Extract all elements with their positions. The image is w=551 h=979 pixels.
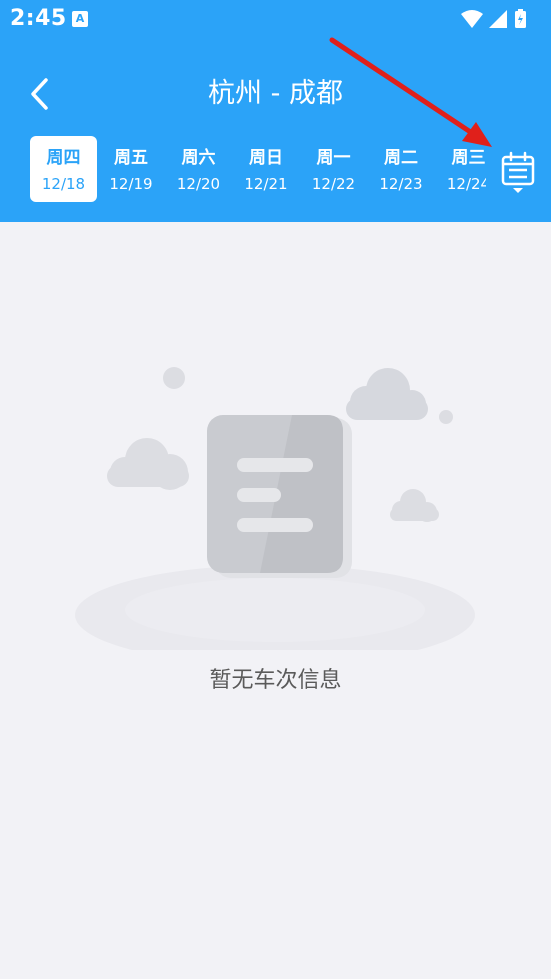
date-tab-date: 12/24 <box>446 175 486 193</box>
status-time: 2:45 <box>10 6 67 31</box>
date-tab[interactable]: 周一 12/22 <box>300 136 367 202</box>
date-tab-date: 12/20 <box>176 175 221 193</box>
signal-icon <box>489 10 507 28</box>
date-tab-strip: 周四 12/18 周五 12/19 周六 12/20 周日 12/21 周一 12/22 周二 12/… <box>30 136 486 204</box>
date-tab-weekday: 周日 <box>249 148 283 168</box>
cloud-icon <box>107 438 189 490</box>
date-tab-weekday: 周二 <box>384 148 418 168</box>
dot-decoration <box>439 410 453 424</box>
date-tab[interactable]: 周二 12/23 <box>368 136 435 202</box>
date-tab-weekday: 周四 <box>46 148 81 168</box>
cloud-icon <box>346 368 428 420</box>
date-tab-weekday: 周三 <box>451 148 486 168</box>
status-bar: 2:45 A <box>0 0 551 38</box>
calendar-icon <box>501 151 535 193</box>
calendar-button[interactable] <box>486 143 551 201</box>
date-tab-date: 12/21 <box>244 175 288 193</box>
date-tab-weekday: 周六 <box>181 148 216 168</box>
status-icons <box>459 9 539 29</box>
date-tab-date: 12/22 <box>311 175 356 193</box>
date-tab[interactable]: 周五 12/19 <box>98 136 165 202</box>
date-tab-date: 12/23 <box>379 175 423 193</box>
date-tab[interactable]: 周三 12/24 <box>435 136 486 202</box>
battery-icon <box>515 9 526 28</box>
date-tab[interactable]: 周四 12/18 <box>30 136 97 202</box>
date-tab[interactable]: 周六 12/20 <box>165 136 232 202</box>
header-bar: 2:45 A 杭州 - 成都 周四 12/18 周五 12/19 周六 12/2… <box>0 0 551 222</box>
notification-icon: A <box>72 11 88 27</box>
cloud-icon <box>390 489 439 522</box>
document-icon <box>207 415 352 578</box>
date-tab-weekday: 周五 <box>114 148 148 168</box>
page-title: 杭州 - 成都 <box>208 78 343 109</box>
date-tab[interactable]: 周日 12/21 <box>233 136 300 202</box>
date-tab-date: 12/18 <box>41 175 86 193</box>
empty-state-message: 暂无车次信息 <box>209 668 342 693</box>
wifi-icon <box>461 10 483 28</box>
dot-decoration <box>163 367 185 389</box>
date-tab-weekday: 周一 <box>316 148 351 168</box>
date-tab-date: 12/19 <box>109 175 153 193</box>
empty-state-illustration <box>70 360 480 665</box>
